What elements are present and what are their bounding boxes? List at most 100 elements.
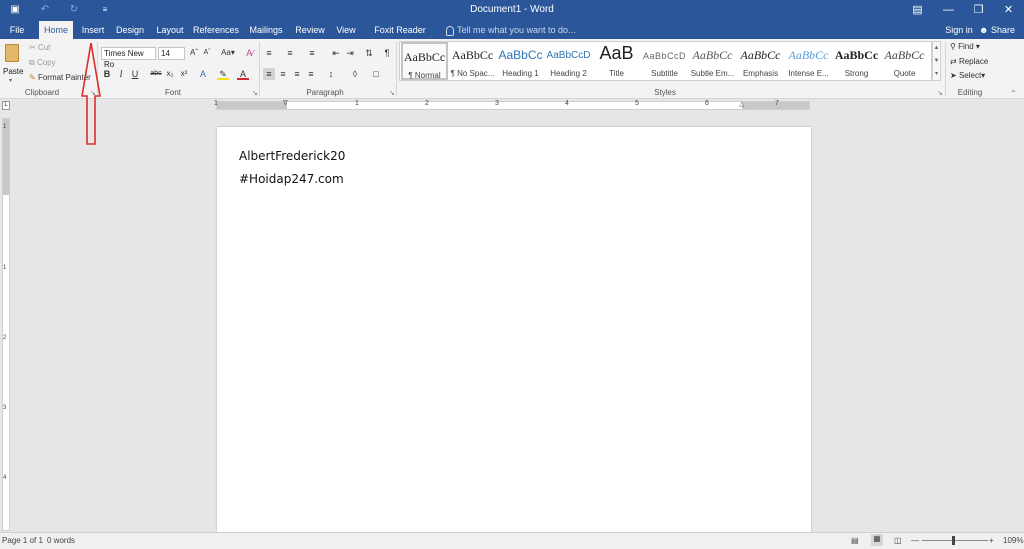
minimize-button[interactable]: — [933,0,964,21]
styles-launcher-icon[interactable]: ↘ [937,89,943,97]
word-count[interactable]: 0 words [47,536,75,545]
borders-icon[interactable]: □ [370,68,382,80]
group-divider [945,42,946,96]
style-strong[interactable]: AaBbCc Strong [833,42,880,80]
style-title[interactable]: AaB Title [593,42,640,80]
tab-home[interactable]: Home [39,21,73,39]
document-line[interactable]: AlbertFrederick20 [239,149,345,163]
style-quote[interactable]: AaBbCc Quote [881,42,928,80]
tab-review[interactable]: Review [293,21,327,39]
multilevel-list-icon[interactable]: ≡ [306,47,318,59]
clear-formatting-icon[interactable]: A∕ [244,47,256,59]
replace-icon: ⇄ [950,57,959,66]
style-no-spacing[interactable]: AaBbCc ¶ No Spac... [449,42,496,80]
font-size-box[interactable]: 14 [158,47,185,60]
justify-icon[interactable]: ≡ [305,68,317,80]
style-normal[interactable]: AaBbCc ¶ Normal [401,42,448,80]
zoom-in-button[interactable]: + [989,536,994,545]
grow-font-icon[interactable]: Aˆ [188,47,200,59]
shading-icon[interactable]: ◊ [349,68,361,80]
ribbon-display-icon[interactable]: ▤ [902,0,933,21]
align-center-icon[interactable]: ≡ [277,68,289,80]
copy-label: Copy [36,58,56,67]
print-layout-icon[interactable]: ▦ [871,534,883,546]
numbering-icon[interactable]: ≡ [284,47,296,59]
chevron-down-icon: ▾ [9,78,13,84]
tell-me-box[interactable]: Tell me what you want to do... [446,21,576,39]
style-subtle-emphasis[interactable]: AaBbCc Subtle Em... [689,42,736,80]
font-launcher-icon[interactable]: ↘ [252,89,258,97]
tab-foxit-reader-pdf[interactable]: Foxit Reader PDF [366,21,434,53]
style-sample: AaBbCc [740,48,781,62]
ruler-label: 3 [3,405,7,411]
page-count[interactable]: Page 1 of 1 [2,536,43,545]
font-name-value: Times New Ro [104,49,144,69]
decrease-indent-icon[interactable]: ⇤ [330,47,342,59]
clipboard-group-label: Clipboard [24,88,60,97]
zoom-out-button[interactable]: — [911,536,919,545]
document-page[interactable]: AlbertFrederick20 #Hoidap247.com [217,127,811,532]
font-color-icon[interactable]: A [237,68,249,80]
style-emphasis[interactable]: AaBbCc Emphasis [737,42,784,80]
style-subtitle[interactable]: AaBbCcD Subtitle [641,42,688,80]
paste-button[interactable]: Paste ▾ [3,42,23,86]
right-indent-marker-icon[interactable]: △ [739,100,744,108]
ruler-label: 3 [495,100,499,107]
subscript-button[interactable]: x₂ [164,68,176,80]
share-button[interactable]: ☻ Share [979,21,1021,39]
indent-marker-icon[interactable]: ∇ [283,99,288,107]
zoom-level[interactable]: 109% [1003,536,1023,545]
zoom-slider-thumb[interactable] [952,536,955,545]
close-button[interactable]: ✕ [993,0,1024,21]
tab-mailings[interactable]: Mailings [245,21,287,39]
clipboard-launcher-icon[interactable]: ↘ [90,89,96,97]
underline-button[interactable]: U [129,68,141,80]
cut-button[interactable]: ✂ Cut [29,43,50,52]
font-name-box[interactable]: Times New Ro [101,47,156,69]
format-painter-button[interactable]: ✎ Format Painter [29,73,91,82]
read-mode-icon[interactable]: ▤ [851,536,859,545]
restore-button[interactable]: ❐ [963,0,994,21]
find-button[interactable]: ⚲ Find ▾ [950,42,980,51]
paragraph-group-label: Paragraph [306,88,344,97]
shrink-font-icon[interactable]: Aˇ [201,47,213,59]
tab-layout[interactable]: Layout [153,21,187,39]
clipboard-icon [5,44,19,62]
tab-selector[interactable]: L [2,101,10,110]
align-right-icon[interactable]: ≡ [291,68,303,80]
bold-button[interactable]: B [101,68,113,80]
style-heading-1[interactable]: AaBbCc Heading 1 [497,42,544,80]
tab-references[interactable]: References [193,21,239,39]
copy-button[interactable]: ⧉ Copy [29,58,56,68]
tab-insert[interactable]: Insert [78,21,108,39]
align-left-icon[interactable]: ≡ [263,68,275,80]
zoom-slider[interactable] [922,540,988,541]
document-line[interactable]: #Hoidap247.com [239,172,344,186]
select-button[interactable]: ➤ Select▾ [950,71,985,80]
replace-button[interactable]: ⇄ Replace [950,57,988,66]
change-case-icon[interactable]: Aa▾ [219,47,237,59]
text-effects-icon[interactable]: A [197,68,209,80]
tab-view[interactable]: View [333,21,359,39]
style-name: Heading 2 [550,69,587,78]
style-intense-emphasis[interactable]: AaBbCc Intense E... [785,42,832,80]
show-marks-icon[interactable]: ¶ [381,47,393,59]
increase-indent-icon[interactable]: ⇥ [344,47,356,59]
bullets-icon[interactable]: ≡ [263,47,275,59]
tab-file[interactable]: File [4,21,30,39]
collapse-ribbon-icon[interactable]: ⌃ [1010,89,1017,98]
web-layout-icon[interactable]: ◫ [894,536,902,545]
highlight-color-icon[interactable]: ✎ [217,68,229,80]
strikethrough-button[interactable]: abc [149,68,163,80]
sort-icon[interactable]: ⇅ [363,47,375,59]
title-bar: ▣ ↶ ↻ ≡ Document1 - Word ▤ — ❐ ✕ [0,0,1024,21]
italic-button[interactable]: I [115,68,127,80]
gallery-scroll[interactable]: ▲ ▼ ▾ [932,41,941,81]
line-spacing-icon[interactable]: ↕ [325,68,337,80]
tab-design[interactable]: Design [113,21,147,39]
style-heading-2[interactable]: AaBbCcD Heading 2 [545,42,592,80]
superscript-button[interactable]: x² [178,68,190,80]
ruler-label: 2 [425,100,429,107]
paragraph-launcher-icon[interactable]: ↘ [389,89,395,97]
sign-in-link[interactable]: Sign in [942,21,976,39]
